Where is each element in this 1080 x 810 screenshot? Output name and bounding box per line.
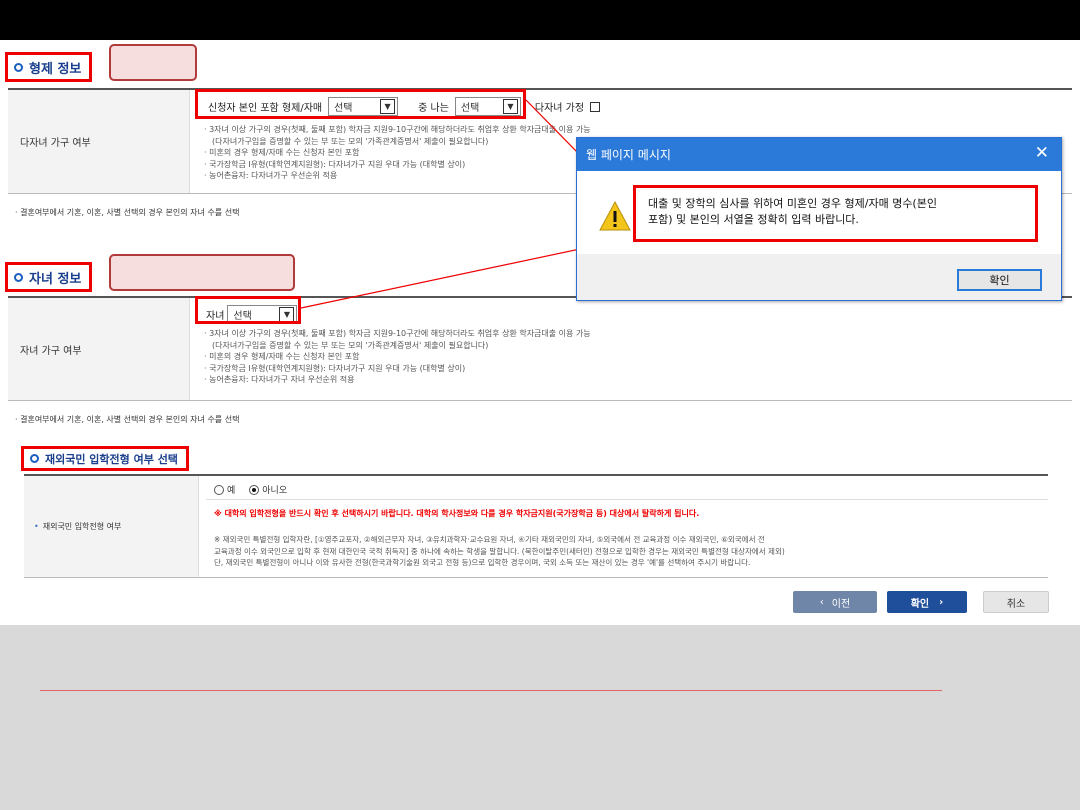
- dialog-header: 웹 페이지 메시지: [577, 138, 1061, 171]
- dialog-ok-label: 확인: [989, 274, 1010, 287]
- close-icon[interactable]: ✕: [1035, 143, 1049, 163]
- dialog-message-line: 포함) 및 본인의 서열을 정확히 입력 바랍니다.: [648, 213, 859, 226]
- dialog-ok-button[interactable]: 확인: [957, 269, 1042, 291]
- dialog-title: 웹 페이지 메시지: [586, 148, 671, 162]
- annotation-arrows: [300, 99, 633, 309]
- dialog-message: 대출 및 장학의 심사를 위하여 미혼인 경우 형제/자매 명수(본인 포함) …: [633, 185, 1038, 242]
- dialog-message-line: 대출 및 장학의 심사를 위하여 미혼인 경우 형제/자매 명수(본인: [648, 197, 937, 210]
- warning-icon: [599, 201, 631, 231]
- web-page-message-dialog: 웹 페이지 메시지 ✕ 대출 및 장학의 심사를 위하여 미혼인 경우 형제/자…: [576, 137, 1062, 301]
